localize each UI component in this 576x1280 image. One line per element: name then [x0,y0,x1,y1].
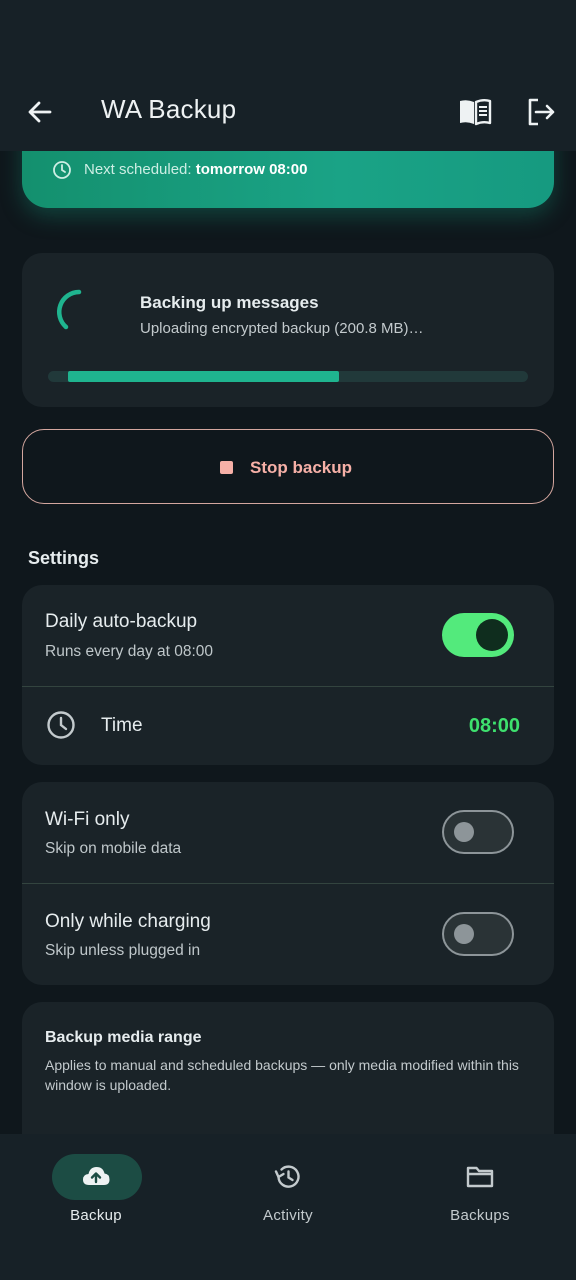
back-arrow-icon[interactable] [24,96,56,128]
nav-backup-label: Backup [70,1207,122,1224]
wifi-only-switch[interactable] [442,810,514,854]
daily-auto-backup-subtitle: Runs every day at 08:00 [45,643,214,660]
media-range-description: Applies to manual and scheduled backups … [45,1057,519,1093]
progress-title: Backing up messages [140,293,319,312]
backup-progress-card: Backing up messages Uploading encrypted … [22,253,554,407]
daily-auto-backup-title: Daily auto-backup [45,611,198,632]
divider [22,883,554,884]
progress-subtitle: Uploading encrypted backup (200.8 MB)… [140,320,424,337]
divider [22,686,554,687]
media-range-card: Backup media range Applies to manual and… [22,1002,554,1134]
folder-icon [466,1166,494,1188]
logout-icon[interactable] [524,96,556,128]
nav-backups-label: Backups [450,1207,510,1224]
switch-knob [476,619,508,651]
clock-icon [53,161,71,179]
charging-only-switch[interactable] [442,912,514,956]
settings-section-title: Settings [28,548,100,568]
app-bar: WA Backup [0,72,576,151]
schedule-status-card: Next scheduled: tomorrow 08:00 [22,151,554,208]
daily-auto-backup-switch[interactable] [442,613,514,657]
nav-activity[interactable]: Activity [223,1154,353,1234]
time-value: 08:00 [468,715,520,737]
next-scheduled-value: tomorrow 08:00 [195,161,308,178]
cloud-upload-icon [83,1167,110,1185]
next-scheduled-text: Next scheduled: tomorrow 08:00 [84,161,307,178]
nav-activity-label: Activity [263,1207,313,1224]
media-range-title: Backup media range [45,1029,202,1046]
book-icon[interactable] [457,96,493,128]
wifi-only-subtitle: Skip on mobile data [45,840,182,857]
schedule-settings-card: Daily auto-backup Runs every day at 08:0… [22,585,554,765]
conditions-settings-card: Wi-Fi only Skip on mobile data Only whil… [22,782,554,985]
nav-backups[interactable]: Backups [415,1154,545,1234]
stop-backup-label: Stop backup [250,458,353,477]
wifi-only-title: Wi-Fi only [45,809,130,830]
charging-only-subtitle: Skip unless plugged in [45,942,201,959]
bottom-navigation: Backup Activity Backups [0,1134,576,1280]
app-title: WA Backup [101,94,237,124]
nav-backup[interactable]: Backup [31,1154,161,1234]
progress-bar [48,371,528,382]
charging-only-title: Only while charging [45,911,211,932]
progress-bar-fill [68,371,339,382]
history-icon [274,1165,300,1188]
next-scheduled-label: Next scheduled: [84,161,192,178]
status-bar-area [0,0,576,72]
stop-square-icon [220,461,233,474]
clock-icon [47,711,75,739]
stop-backup-button[interactable]: Stop backup [22,429,554,504]
switch-knob [454,924,474,944]
main-scroll-area[interactable]: Next scheduled: tomorrow 08:00 Backing u… [0,151,576,1134]
switch-knob [454,822,474,842]
progress-spinner-icon [57,289,82,330]
time-label: Time [101,715,143,736]
